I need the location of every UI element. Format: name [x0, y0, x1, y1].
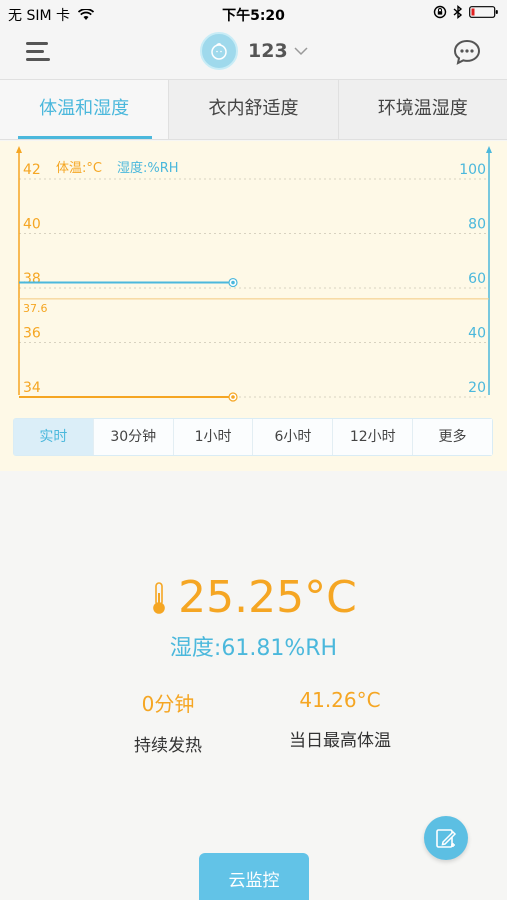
temp-humidity-chart: 42 40 38 36 34 100 80 60 40 20 体温:°C 湿度:%RH 37.6: [16, 146, 492, 402]
edit-note-button[interactable]: [424, 816, 468, 860]
reference-line-label: 37.6: [23, 302, 48, 315]
range-12h[interactable]: 12小时: [333, 419, 414, 455]
status-right: [433, 5, 499, 19]
max-temp-stat: 41.26°C 当日最高体温: [240, 688, 440, 751]
status-time: 下午5:20: [222, 8, 285, 24]
legend-temp: 体温:°C: [56, 161, 102, 176]
device-selector[interactable]: 123: [200, 32, 308, 70]
bluetooth-icon: [453, 5, 463, 19]
tab-clothing-comfort[interactable]: 衣内舒适度: [169, 80, 339, 139]
device-name: 123: [248, 40, 288, 62]
status-bar: 无 SIM 卡 下午5:20: [0, 0, 507, 26]
y-right-tick-label: 80: [468, 217, 486, 233]
max-temp-label: 当日最高体温: [289, 731, 391, 751]
cloud-monitor-button[interactable]: 云监控: [199, 853, 309, 900]
thermometer-icon: [153, 581, 165, 614]
y-right-tick-label: 60: [468, 271, 486, 287]
y-left-tick-label: 42: [23, 162, 41, 178]
stats-row: 0分钟 持续发热 41.26°C 当日最高体温: [0, 688, 507, 758]
battery-icon: [469, 6, 498, 18]
range-6h[interactable]: 6小时: [253, 419, 334, 455]
time-range-selector: 实时 30分钟 1小时 6小时 12小时 更多: [13, 418, 493, 456]
series-point-dot-1: [231, 280, 235, 285]
range-1h[interactable]: 1小时: [173, 419, 254, 455]
edit-icon: [436, 829, 457, 848]
fever-duration-value: 0分钟: [141, 692, 195, 716]
humidity-value: 湿度:61.81%RH: [169, 636, 338, 661]
chevron-down-icon: [294, 47, 308, 56]
menu-icon[interactable]: [26, 40, 56, 66]
y-left-tick-label: 40: [23, 217, 41, 233]
range-more[interactable]: 更多: [413, 419, 492, 455]
series-point-dot-0: [231, 395, 235, 399]
y-right-tick-label: 20: [468, 380, 486, 396]
baby-face-icon: [211, 43, 227, 60]
tab-body-temp-humidity[interactable]: 体温和湿度: [0, 80, 170, 139]
range-realtime[interactable]: 实时: [14, 419, 94, 455]
y-left-tick-label: 36: [23, 326, 41, 342]
avatar: [200, 32, 238, 70]
rotation-lock-icon: [433, 5, 447, 19]
tab-bar: 体温和湿度 衣内舒适度 环境温湿度: [0, 80, 507, 140]
nav-bar: 123: [0, 26, 507, 80]
temperature-value: 25.25°C: [178, 572, 357, 623]
y-right-tick-label: 100: [459, 162, 486, 178]
fever-duration-label: 持续发热: [134, 736, 202, 756]
chat-icon[interactable]: [451, 36, 483, 68]
range-30min[interactable]: 30分钟: [93, 419, 174, 455]
legend-humidity: 湿度:%RH: [117, 160, 179, 176]
fever-duration-stat: 0分钟 持续发热: [68, 688, 268, 756]
y-right-axis-arrow: [486, 146, 492, 153]
y-left-tick-label: 34: [23, 380, 41, 396]
y-right-tick-label: 40: [468, 326, 486, 342]
max-temp-value: 41.26°C: [299, 688, 381, 712]
tab-environment[interactable]: 环境温湿度: [338, 80, 507, 139]
y-left-axis-arrow: [16, 146, 22, 153]
current-reading: 25.25°C: [0, 572, 507, 623]
y-left-tick-label: 38: [23, 271, 41, 287]
